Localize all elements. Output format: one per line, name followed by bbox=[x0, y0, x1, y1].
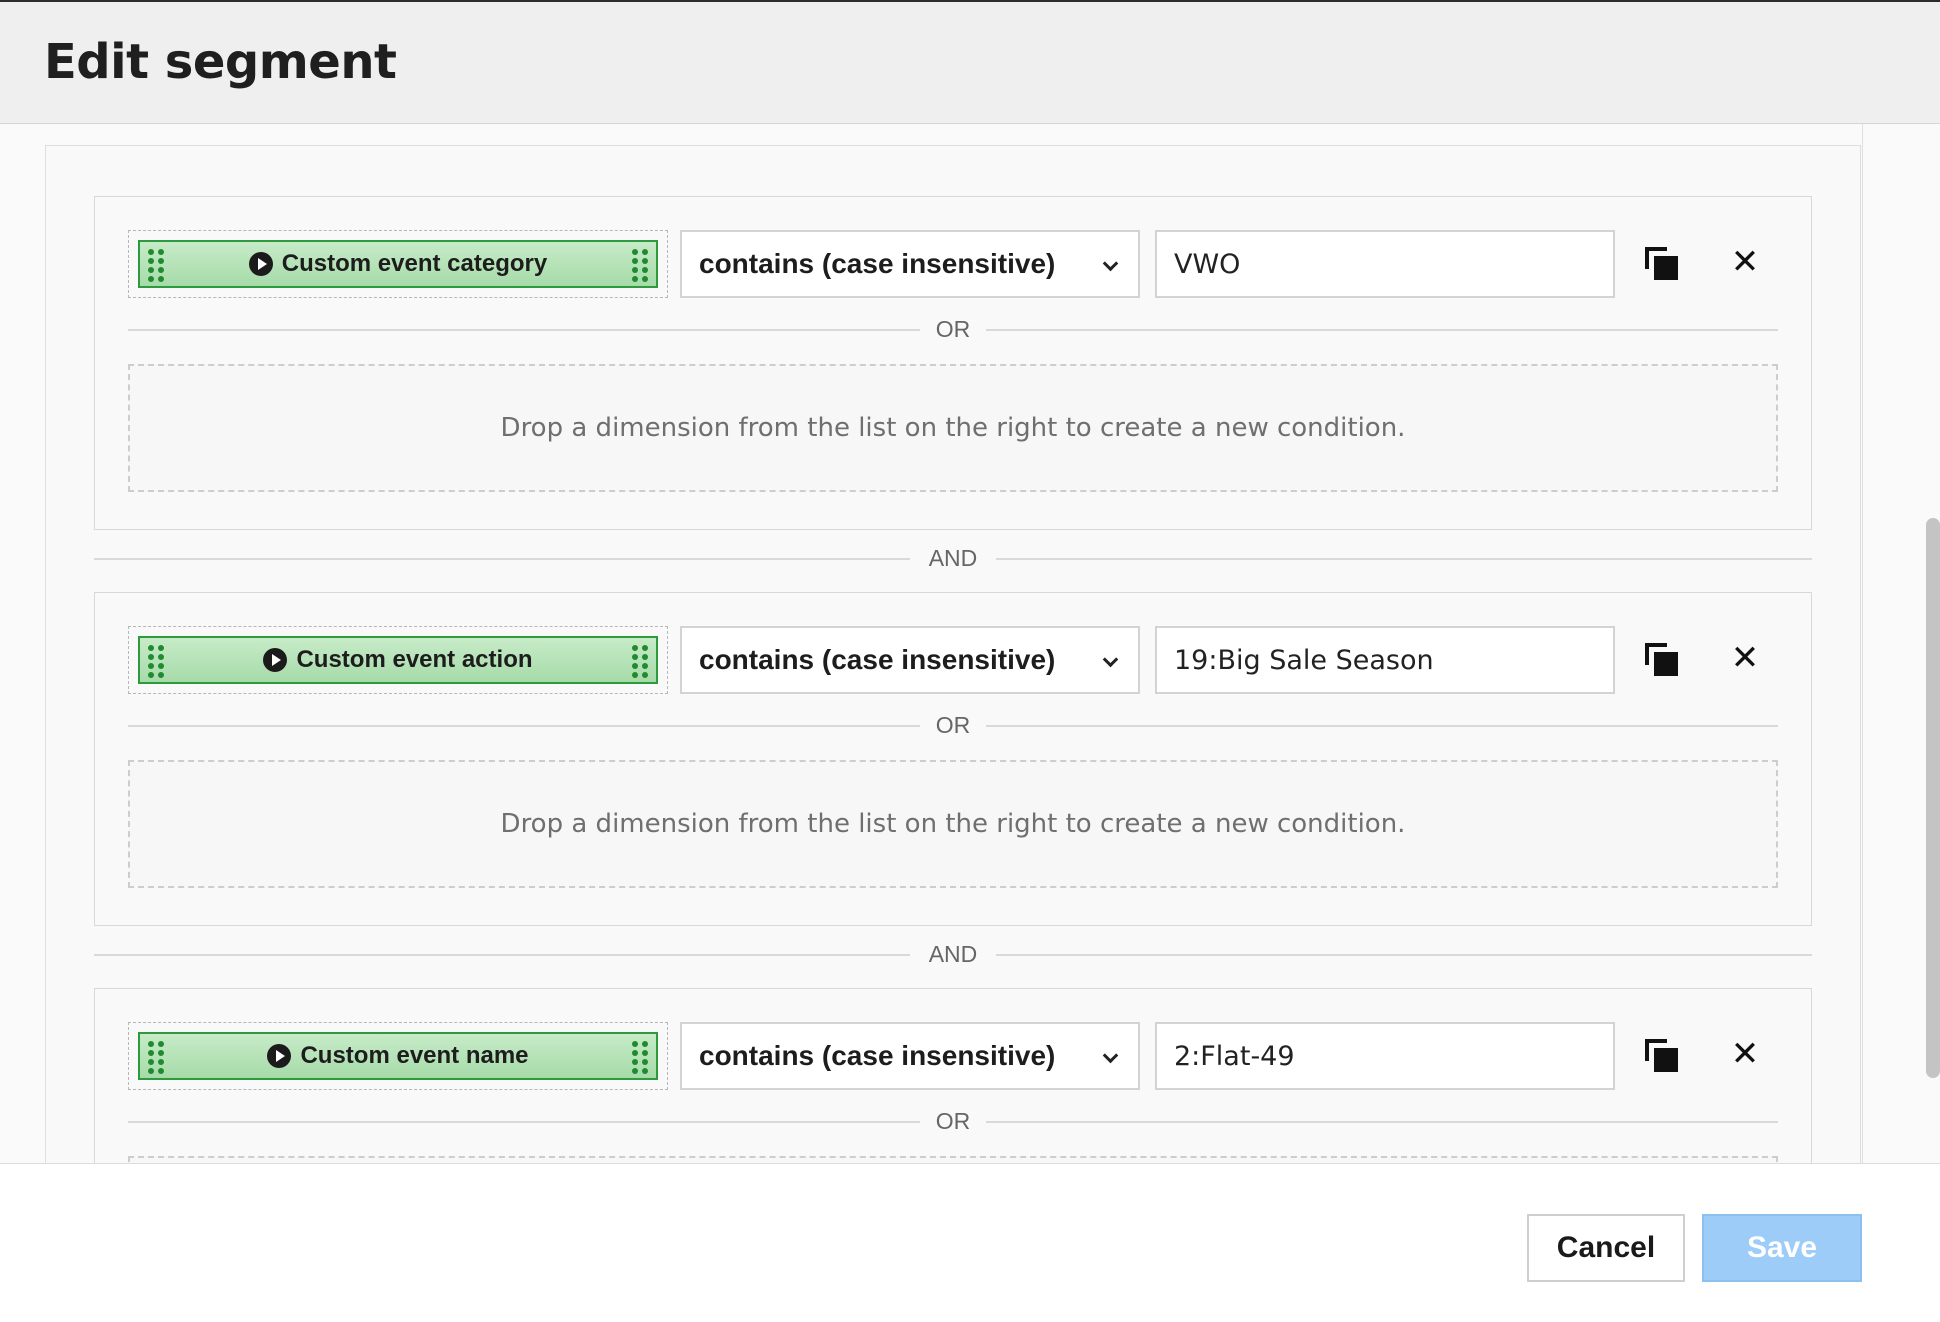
play-circle-icon bbox=[267, 1044, 292, 1068]
condition-value-input[interactable] bbox=[1155, 230, 1615, 298]
drag-handle-icon[interactable] bbox=[632, 645, 648, 678]
and-label: AND bbox=[910, 939, 996, 969]
drag-handle-icon[interactable] bbox=[148, 1041, 164, 1074]
dimension-chip[interactable]: Custom event category bbox=[138, 240, 658, 288]
dimension-label: Custom event name bbox=[300, 1042, 529, 1069]
save-button[interactable]: Save bbox=[1702, 1214, 1862, 1282]
play-circle-icon bbox=[263, 648, 288, 672]
scrollbar-thumb[interactable] bbox=[1926, 518, 1940, 1078]
and-separator: AND bbox=[94, 939, 1812, 969]
dialog-footer: Cancel Save bbox=[0, 1163, 1940, 1322]
segment-editor-scroll-area[interactable]: Custom event category contains (case ins… bbox=[0, 124, 1940, 1163]
chevron-down-icon bbox=[1102, 255, 1119, 272]
operator-value: contains (case insensitive) bbox=[699, 644, 1056, 675]
dimension-slot: Custom event category bbox=[128, 230, 668, 298]
drag-handle-icon[interactable] bbox=[632, 249, 648, 282]
chevron-down-icon bbox=[1102, 651, 1119, 668]
or-separator: OR bbox=[128, 1109, 1778, 1133]
drag-handle-icon[interactable] bbox=[148, 249, 164, 282]
or-label: OR bbox=[920, 317, 986, 341]
new-condition-dropzone[interactable]: Drop a dimension from the list on the ri… bbox=[128, 364, 1778, 492]
operator-select[interactable]: contains (case insensitive) bbox=[680, 1022, 1140, 1090]
condition-row: Custom event action contains (case insen… bbox=[128, 626, 1778, 696]
dialog-title: Edit segment bbox=[44, 34, 397, 90]
drag-handle-icon[interactable] bbox=[148, 645, 164, 678]
dimension-slot: Custom event action bbox=[128, 626, 668, 694]
or-separator: OR bbox=[128, 713, 1778, 737]
copy-icon[interactable] bbox=[1645, 1039, 1679, 1073]
new-condition-dropzone[interactable] bbox=[128, 1156, 1778, 1163]
dimension-chip[interactable]: Custom event name bbox=[138, 1032, 658, 1080]
new-condition-dropzone[interactable]: Drop a dimension from the list on the ri… bbox=[128, 760, 1778, 888]
dimension-label: Custom event action bbox=[296, 646, 533, 673]
drag-handle-icon[interactable] bbox=[632, 1041, 648, 1074]
close-icon[interactable]: ✕ bbox=[1725, 638, 1765, 678]
dimension-label: Custom event category bbox=[281, 250, 548, 277]
operator-value: contains (case insensitive) bbox=[699, 248, 1056, 279]
operator-select[interactable]: contains (case insensitive) bbox=[680, 626, 1140, 694]
dialog-header: Edit segment bbox=[0, 0, 1940, 124]
operator-select[interactable]: contains (case insensitive) bbox=[680, 230, 1140, 298]
condition-value-input[interactable] bbox=[1155, 1022, 1615, 1090]
or-label: OR bbox=[920, 1109, 986, 1133]
or-label: OR bbox=[920, 713, 986, 737]
play-circle-icon bbox=[248, 252, 273, 276]
condition-group-2: Custom event action contains (case insen… bbox=[94, 592, 1812, 926]
copy-icon[interactable] bbox=[1645, 643, 1679, 677]
condition-row: Custom event category contains (case ins… bbox=[128, 230, 1778, 300]
operator-value: contains (case insensitive) bbox=[699, 1040, 1056, 1071]
or-separator: OR bbox=[128, 317, 1778, 341]
close-icon[interactable]: ✕ bbox=[1725, 242, 1765, 282]
condition-row: Custom event name contains (case insensi… bbox=[128, 1022, 1778, 1092]
close-icon[interactable]: ✕ bbox=[1725, 1034, 1765, 1074]
condition-group-3: Custom event name contains (case insensi… bbox=[94, 988, 1812, 1163]
copy-icon[interactable] bbox=[1645, 247, 1679, 281]
dimension-slot: Custom event name bbox=[128, 1022, 668, 1090]
chevron-down-icon bbox=[1102, 1047, 1119, 1064]
condition-value-input[interactable] bbox=[1155, 626, 1615, 694]
and-separator: AND bbox=[94, 543, 1812, 573]
dimension-chip[interactable]: Custom event action bbox=[138, 636, 658, 684]
cancel-button[interactable]: Cancel bbox=[1527, 1214, 1685, 1282]
and-label: AND bbox=[910, 543, 996, 573]
condition-group-1: Custom event category contains (case ins… bbox=[94, 196, 1812, 530]
